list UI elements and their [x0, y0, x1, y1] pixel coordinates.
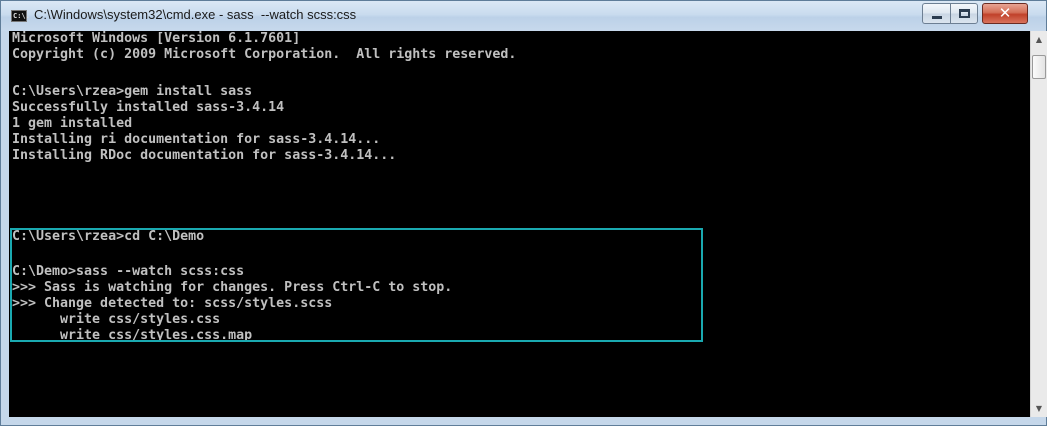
console-line: C:\Users\rzea>cd C:\Demo	[12, 229, 205, 244]
console-line: >>> Change detected to: scss/styles.scss	[12, 296, 333, 311]
cmd-window: C:\. C:\Windows\system32\cmd.exe - sass …	[0, 0, 1047, 426]
minimize-icon	[932, 16, 942, 19]
close-button[interactable]: ✕	[982, 3, 1028, 24]
console-line: Copyright (c) 2009 Microsoft Corporation…	[12, 47, 517, 62]
console-output[interactable]: Microsoft Windows [Version 6.1.7601] Cop…	[9, 31, 1030, 417]
scroll-down-icon[interactable]: ▼	[1031, 400, 1047, 417]
console-line: 1 gem installed	[12, 116, 133, 131]
window-title: C:\Windows\system32\cmd.exe - sass --wat…	[34, 7, 357, 22]
minimize-button[interactable]	[922, 3, 950, 24]
console-line: >>> Sass is watching for changes. Press …	[12, 280, 453, 295]
title-bar[interactable]: C:\. C:\Windows\system32\cmd.exe - sass …	[1, 1, 1046, 31]
cmd-app-icon[interactable]: C:\.	[11, 10, 30, 22]
window-bottom-frame	[1, 417, 1046, 425]
console-line: C:\Users\rzea>gem install sass	[12, 84, 253, 99]
scrollbar-thumb[interactable]	[1032, 55, 1046, 79]
console-line: write css/styles.css	[12, 312, 221, 327]
console-line: C:\Demo>sass --watch scss:css	[12, 264, 245, 279]
console-line: Installing RDoc documentation for sass-3…	[12, 148, 397, 163]
console-line: Installing ri documentation for sass-3.4…	[12, 132, 381, 147]
scroll-up-icon[interactable]: ▲	[1031, 31, 1047, 48]
maximize-icon	[959, 9, 970, 18]
console-line: write css/styles.css.map	[12, 328, 253, 343]
console-line: Microsoft Windows [Version 6.1.7601]	[12, 31, 301, 46]
vertical-scrollbar[interactable]: ▲ ▼	[1030, 31, 1047, 417]
close-icon: ✕	[998, 4, 1012, 22]
console-line: Successfully installed sass-3.4.14	[12, 100, 285, 115]
maximize-button[interactable]	[950, 3, 978, 24]
